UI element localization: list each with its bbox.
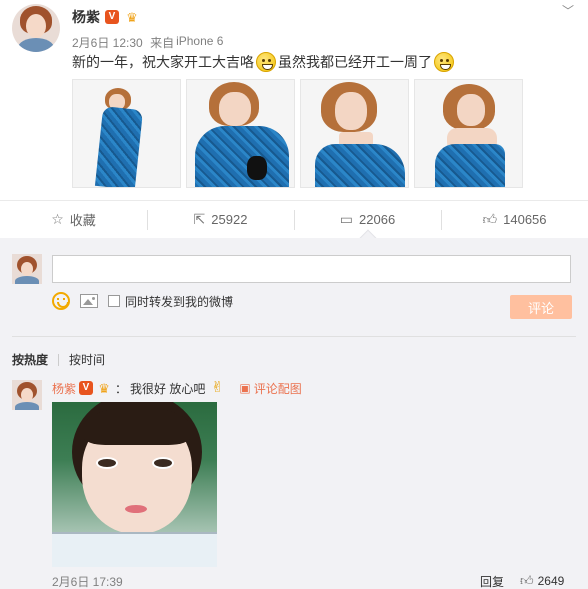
comment-line: 杨紫 V ♛ ： 我很好 放心吧 ✌ ▣ 评论配图 — [52, 379, 302, 397]
comment-time: 2月6日 17:39 — [52, 575, 123, 589]
comment-photo[interactable] — [52, 402, 217, 567]
post-text: 新的一年，祝大家开工大吉咯 虽然我都已经开工一周了 — [72, 52, 456, 72]
post-photo-2[interactable] — [186, 79, 295, 188]
post-photo-4[interactable] — [414, 79, 523, 188]
image-upload-icon[interactable] — [80, 294, 98, 308]
crown-icon[interactable]: ♛ — [124, 11, 140, 24]
source-prefix: 来自 — [150, 36, 175, 50]
post-photo-1[interactable] — [72, 79, 181, 188]
like-count: 140656 — [503, 212, 547, 227]
sort-by-time-tab[interactable]: 按时间 — [69, 351, 105, 368]
verified-icon[interactable]: V — [79, 381, 94, 395]
post-source[interactable]: iPhone 6 — [176, 34, 223, 51]
emoji-picker-icon[interactable] — [52, 292, 70, 310]
avatar-body — [18, 38, 54, 52]
thumbs-up-icon: 👍︎ — [482, 211, 498, 227]
crown-icon[interactable]: ♛ — [96, 382, 112, 395]
comment-count: 22066 — [359, 212, 396, 227]
commenter-avatar-art — [12, 380, 42, 410]
sort-separator — [58, 353, 60, 366]
repost-button[interactable]: ⇱ 25922 — [147, 201, 294, 238]
author-row: 杨紫 V ♛ — [72, 8, 140, 26]
comment-input[interactable] — [52, 255, 571, 283]
comment-like-count: 2649 — [537, 574, 565, 588]
chevron-down-icon[interactable]: ﹀ — [562, 2, 574, 19]
current-user-avatar[interactable] — [12, 254, 42, 284]
post-text-part2: 虽然我都已经开工一周了 — [278, 54, 432, 70]
comment-sort-tabs: 按热度 按时间 — [12, 351, 105, 368]
reply-button[interactable]: 回复 — [480, 573, 504, 589]
star-icon: ☆ — [51, 211, 64, 227]
comment-footer: 2月6日 17:39 回复 👍︎ 2649 — [52, 573, 572, 589]
picture-icon: ▣ — [239, 381, 251, 395]
author-avatar[interactable] — [12, 4, 60, 52]
weibo-post: 杨紫 V ♛ ﹀ 2月6日 12:30 来自 iPhone 6 新的一年，祝大家… — [0, 0, 588, 200]
comment-colon: ： — [115, 381, 128, 396]
post-meta: 2月6日 12:30 来自 iPhone 6 — [72, 34, 223, 51]
post-text-part1: 新的一年，祝大家开工大吉咯 — [72, 54, 254, 70]
repost-checkbox[interactable] — [108, 295, 120, 307]
favorite-label: 收藏 — [69, 213, 96, 228]
like-button[interactable]: 👍︎ 140656 — [441, 201, 588, 238]
post-action-bar: ☆ 收藏 ⇱ 25922 ▭ 22066 👍︎ 140656 — [0, 200, 588, 247]
grin-emoji-icon — [256, 52, 276, 72]
comment-panel: 同时转发到我的微博 评论 按热度 按时间 杨紫 V ♛ ： 我很好 放心吧 ✌ … — [0, 238, 588, 589]
comment-icon: ▭ — [339, 211, 354, 227]
repost-checkbox-row[interactable]: 同时转发到我的微博 — [108, 293, 233, 310]
shy-emoji-icon — [434, 52, 454, 72]
repost-icon: ⇱ — [193, 211, 206, 227]
comment-like-button[interactable]: 👍︎ 2649 — [520, 573, 564, 589]
post-photos — [72, 79, 523, 188]
divider — [12, 336, 576, 337]
post-photo-3[interactable] — [300, 79, 409, 188]
favorite-button[interactable]: ☆ 收藏 — [0, 201, 147, 238]
comment-text: 我很好 放心吧 — [130, 381, 206, 396]
comment-picture-link[interactable]: 评论配图 — [254, 380, 302, 397]
submit-comment-button[interactable]: 评论 — [510, 295, 572, 319]
repost-checkbox-label: 同时转发到我的微博 — [125, 294, 234, 309]
composer-tools: 同时转发到我的微博 — [52, 292, 233, 310]
verified-icon[interactable]: V — [105, 10, 119, 24]
avatar-face — [26, 14, 46, 38]
ok-hand-emoji-icon: ✌ — [211, 379, 224, 396]
repost-count: 25922 — [211, 212, 248, 227]
thumbs-up-icon: 👍︎ — [520, 573, 534, 588]
post-date[interactable]: 2月6日 12:30 — [72, 34, 143, 51]
author-name[interactable]: 杨紫 — [72, 7, 100, 27]
comment-button[interactable]: ▭ 22066 — [294, 201, 441, 247]
commenter-name[interactable]: 杨紫 — [52, 380, 76, 397]
commenter-avatar[interactable] — [12, 380, 42, 410]
sort-by-hot-tab[interactable]: 按热度 — [12, 351, 48, 368]
